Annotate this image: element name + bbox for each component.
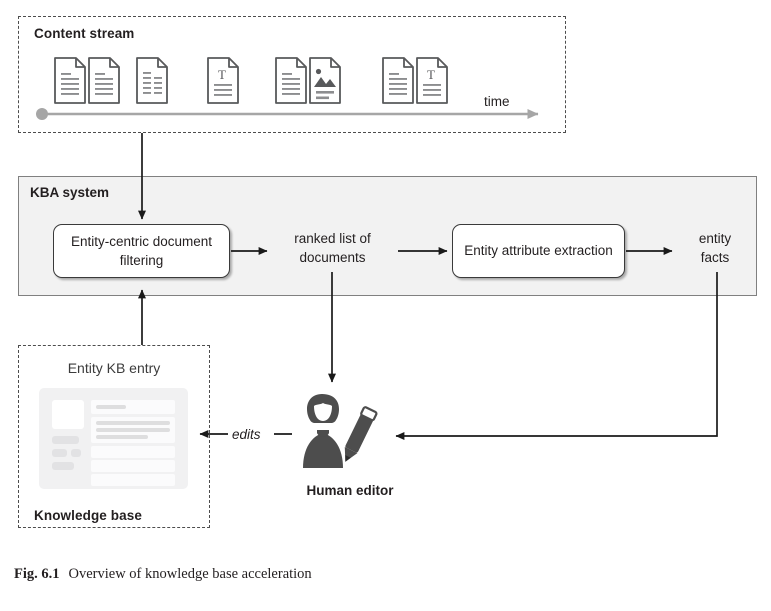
human-editor-label: Human editor [306,483,394,498]
kb-entry-sidebar-bar [71,449,81,457]
figure-overview-kba: Content stream time KBA system Entity-ce… [0,0,771,611]
entity-kb-entry-card [39,388,188,489]
kb-entry-content-block [91,474,175,486]
kb-entry-content-line [96,405,126,409]
edits-label: edits [232,427,261,442]
figure-caption-number: Fig. 6.1 [14,566,60,582]
knowledge-base-title: Knowledge base [34,508,142,523]
kb-entry-sidebar-bar [52,436,79,444]
human-editor-icon [303,394,378,468]
kb-entry-thumbnail [52,400,84,429]
entity-facts-label: entity facts [698,231,732,266]
kb-entry-content-line [96,435,148,439]
entity-centric-document-filtering-box[interactable]: Entity-centric document filtering [53,224,230,278]
arrow-entity-facts-to-editor [395,272,718,440]
kba-system-title: KBA system [30,185,110,200]
entity-kb-entry-label: Entity KB entry [67,360,161,376]
kb-entry-content-line [96,428,170,432]
kb-entry-sidebar-bar [52,462,74,470]
kb-entry-content-block [91,460,175,472]
content-stream-title: Content stream [34,26,135,41]
kb-entry-sidebar-bar [52,449,67,457]
figure-caption: Fig. 6.1 Overview of knowledge base accel… [14,566,312,583]
time-axis-label: time [484,94,510,109]
figure-caption-text: Overview of knowledge base acceleration [68,566,312,582]
entity-attribute-extraction-box[interactable]: Entity attribute extraction [452,224,625,278]
kb-entry-content-line [96,421,170,425]
ranked-list-of-documents-label: ranked list of documents [294,231,371,266]
kb-entry-content-block [91,446,175,458]
